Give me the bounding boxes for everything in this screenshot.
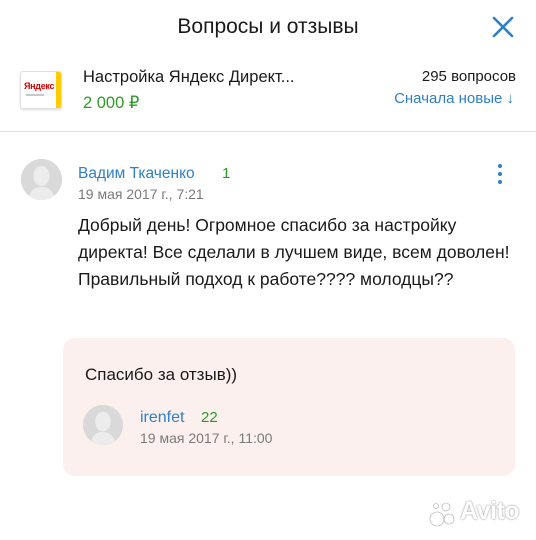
header: Вопросы и отзывы xyxy=(0,0,536,54)
more-dot-icon xyxy=(498,164,502,168)
product-summary[interactable]: Яндекс Настройка Яндекс Директ... 2 000 … xyxy=(0,54,536,130)
sort-dropdown[interactable]: Сначала новые ↓ xyxy=(394,90,514,107)
product-name[interactable]: Настройка Яндекс Директ... xyxy=(83,68,295,87)
logo-subline xyxy=(26,94,44,96)
seller-name[interactable]: irenfet xyxy=(140,409,184,427)
product-price: 2 000 ₽ xyxy=(83,94,140,112)
logo-stripe xyxy=(56,72,61,108)
author-name[interactable]: Вадим Ткаченко xyxy=(78,165,195,183)
yandex-logo: Яндекс xyxy=(24,81,55,91)
seller-reply: Спасибо за отзыв)) irenfet 22 19 мая 201… xyxy=(63,338,515,476)
user-placeholder-icon xyxy=(83,405,123,445)
product-thumbnail: Яндекс xyxy=(20,71,62,109)
close-button[interactable] xyxy=(490,14,516,40)
more-dot-icon xyxy=(498,180,502,184)
seller-rating: 22 xyxy=(201,409,218,426)
reply-text: Спасибо за отзыв)) xyxy=(85,365,238,384)
seller-avatar[interactable] xyxy=(83,405,123,445)
author-rating: 1 xyxy=(222,165,231,182)
reply-date: 19 мая 2017 г., 11:00 xyxy=(140,430,273,446)
user-placeholder-icon xyxy=(21,159,62,200)
more-dot-icon xyxy=(498,172,502,176)
watermark-text: Avito xyxy=(460,497,520,525)
page-title: Вопросы и отзывы xyxy=(177,15,359,38)
more-options-button[interactable] xyxy=(494,164,506,190)
avito-logo-icon xyxy=(429,502,455,527)
avito-watermark: Avito xyxy=(428,496,524,530)
divider xyxy=(0,131,536,132)
close-icon xyxy=(492,16,514,38)
review-date: 19 мая 2017 г., 7:21 xyxy=(78,186,204,202)
author-avatar[interactable] xyxy=(21,159,62,200)
question-count: 295 вопросов xyxy=(421,68,516,85)
review-text: Добрый день! Огромное спасибо за настрой… xyxy=(78,215,510,289)
